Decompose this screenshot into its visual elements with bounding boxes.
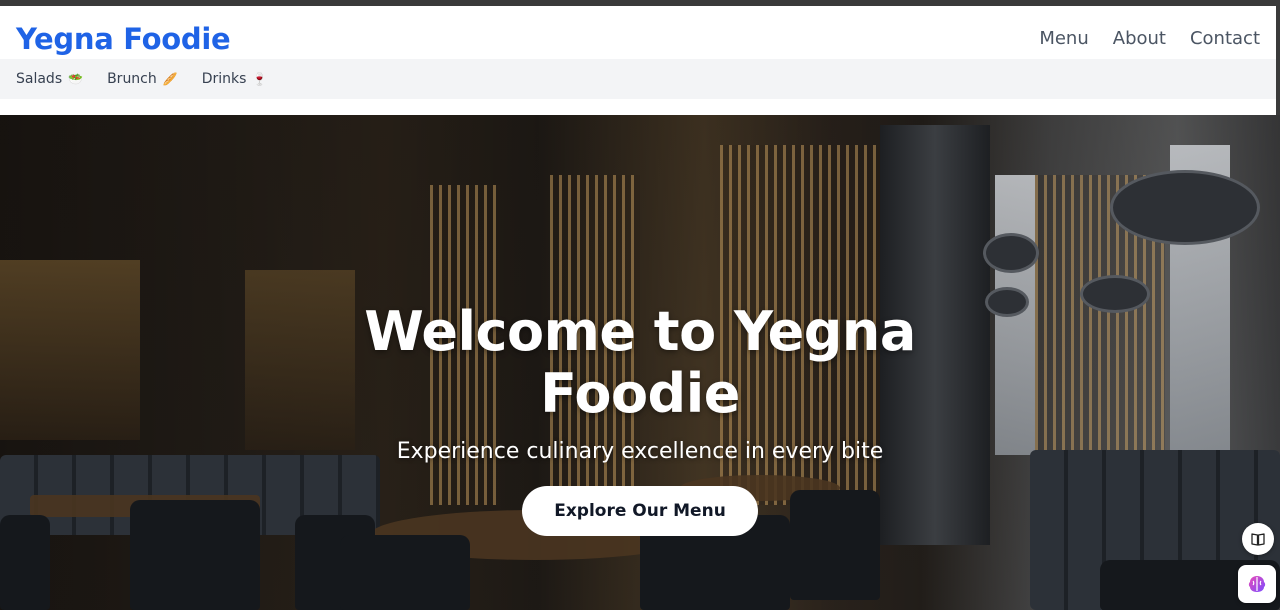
hero-subtitle: Experience culinary excellence in every … (396, 439, 884, 464)
hero-content: Welcome to Yegna Foodie Experience culin… (0, 115, 1280, 610)
brain-icon[interactable] (1238, 565, 1276, 603)
explore-menu-button[interactable]: Explore Our Menu (522, 486, 758, 536)
wine-glass-icon: 🍷 (252, 72, 268, 86)
subnav-item-label: Brunch (107, 71, 157, 87)
window-edge (1276, 6, 1280, 115)
site-header: Yegna Foodie Menu About Contact Salads 🥗… (0, 6, 1276, 115)
bread-icon: 🥖 (162, 72, 178, 86)
book-icon[interactable] (1242, 523, 1274, 555)
nav-link-contact[interactable]: Contact (1190, 28, 1260, 49)
hero-title: Welcome to Yegna Foodie (364, 300, 916, 425)
subnav-item-label: Drinks (201, 71, 247, 87)
hero-section: Welcome to Yegna Foodie Experience culin… (0, 115, 1280, 610)
category-subnav: Salads 🥗 Brunch 🥖 Drinks 🍷 (0, 59, 1276, 99)
main-nav: Menu About Contact (1039, 28, 1260, 49)
subnav-item-label: Salads (16, 71, 63, 87)
salad-icon: 🥗 (68, 72, 84, 86)
subnav-item-drinks[interactable]: Drinks 🍷 (202, 71, 268, 87)
subnav-item-brunch[interactable]: Brunch 🥖 (107, 71, 178, 87)
nav-link-menu[interactable]: Menu (1039, 28, 1088, 49)
nav-link-about[interactable]: About (1113, 28, 1166, 49)
subnav-item-salads[interactable]: Salads 🥗 (16, 71, 83, 87)
brand-logo[interactable]: Yegna Foodie (16, 22, 231, 56)
